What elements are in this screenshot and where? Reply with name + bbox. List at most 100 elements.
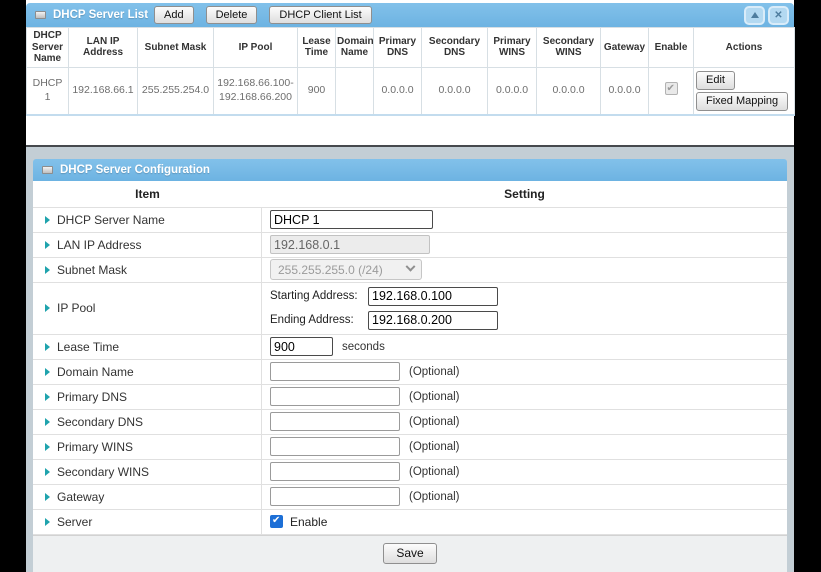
row-label: Lease Time (57, 340, 119, 354)
ending-address-input[interactable] (368, 311, 498, 330)
cell-secondary-wins: 0.0.0.0 (537, 67, 601, 115)
dhcp-client-list-button[interactable]: DHCP Client List (269, 6, 371, 24)
item-arrow-icon (45, 343, 50, 351)
row-label: IP Pool (57, 301, 95, 315)
save-bar: Save (33, 535, 787, 572)
dhcp-server-configuration-panel: DHCP Server Configuration Item Setting D… (26, 145, 794, 572)
row-label: Domain Name (57, 365, 134, 379)
dhcp-server-list-title: DHCP Server List (53, 9, 148, 21)
row-secondary-wins: Secondary WINS (Optional) (33, 460, 787, 485)
setting-column-header: Setting (262, 187, 787, 201)
cell-actions: Edit Fixed Mapping (694, 67, 795, 115)
close-button[interactable]: ✕ (768, 6, 789, 25)
row-subnet-mask: Subnet Mask 255.255.255.0 (/24) (33, 258, 787, 283)
item-arrow-icon (45, 216, 50, 224)
row-ip-pool: IP Pool Starting Address: Ending Address… (33, 283, 787, 335)
item-arrow-icon (45, 443, 50, 451)
subnet-mask-value: 255.255.255.0 (/24) (278, 263, 383, 277)
dhcp-server-list-table: DHCP Server Name LAN IP Address Subnet M… (26, 27, 795, 116)
item-arrow-icon (45, 368, 50, 376)
item-arrow-icon (45, 393, 50, 401)
enable-checkbox-disabled (665, 82, 678, 95)
row-domain-name: Domain Name (Optional) (33, 360, 787, 385)
edit-button[interactable]: Edit (696, 71, 735, 90)
item-arrow-icon (45, 493, 50, 501)
collapse-button[interactable] (744, 6, 765, 25)
row-label: Server (57, 515, 92, 529)
window-controls: ✕ (744, 6, 789, 25)
dhcp-server-configuration-title: DHCP Server Configuration (60, 164, 210, 176)
primary-wins-input[interactable] (270, 437, 400, 456)
lease-time-input[interactable] (270, 337, 333, 356)
optional-label: (Optional) (409, 416, 460, 428)
chevron-down-icon (406, 262, 416, 272)
row-label: Secondary DNS (57, 415, 143, 429)
optional-label: (Optional) (409, 366, 460, 378)
row-label: Secondary WINS (57, 465, 149, 479)
optional-label: (Optional) (409, 441, 460, 453)
panel-icon (35, 11, 46, 19)
col-primary-wins: Primary WINS (488, 28, 537, 68)
row-lan-ip-address: LAN IP Address (33, 233, 787, 258)
item-arrow-icon (45, 266, 50, 274)
cell-ip-pool: 192.168.66.100-192.168.66.200 (214, 67, 298, 115)
server-enable-checkbox[interactable] (270, 515, 283, 528)
col-lan-ip-address: LAN IP Address (69, 28, 138, 68)
row-secondary-dns: Secondary DNS (Optional) (33, 410, 787, 435)
item-arrow-icon (45, 418, 50, 426)
col-ip-pool: IP Pool (214, 28, 298, 68)
item-arrow-icon (45, 304, 50, 312)
panel-icon (42, 166, 53, 174)
row-primary-wins: Primary WINS (Optional) (33, 435, 787, 460)
section-gap (26, 116, 794, 145)
cell-primary-wins: 0.0.0.0 (488, 67, 537, 115)
col-subnet-mask: Subnet Mask (138, 28, 214, 68)
delete-button[interactable]: Delete (206, 6, 258, 24)
row-label: Gateway (57, 490, 104, 504)
col-domain-name: Domain Name (336, 28, 374, 68)
cell-secondary-dns: 0.0.0.0 (422, 67, 488, 115)
gateway-input[interactable] (270, 487, 400, 506)
dhcp-server-list-header: DHCP Server List Add Delete DHCP Client … (26, 3, 794, 27)
col-secondary-dns: Secondary DNS (422, 28, 488, 68)
table-header-row: DHCP Server Name LAN IP Address Subnet M… (27, 28, 795, 68)
fixed-mapping-button[interactable]: Fixed Mapping (696, 92, 788, 111)
content-area: DHCP Server List Add Delete DHCP Client … (26, 0, 794, 567)
item-column-header: Item (33, 187, 262, 201)
optional-label: (Optional) (409, 391, 460, 403)
optional-label: (Optional) (409, 466, 460, 478)
save-button[interactable]: Save (383, 543, 436, 564)
col-primary-dns: Primary DNS (374, 28, 422, 68)
server-enable-label: Enable (290, 515, 327, 529)
add-button[interactable]: Add (154, 6, 194, 24)
item-arrow-icon (45, 468, 50, 476)
item-arrow-icon (45, 241, 50, 249)
col-dhcp-server-name: DHCP Server Name (27, 28, 69, 68)
cell-domain-name (336, 67, 374, 115)
configuration-table-header: Item Setting (33, 181, 787, 208)
dhcp-server-name-input[interactable] (270, 210, 433, 229)
lan-ip-address-input (270, 235, 430, 254)
cell-enable (649, 67, 694, 115)
domain-name-input[interactable] (270, 362, 400, 381)
cell-server-name: DHCP 1 (27, 67, 69, 115)
cell-gateway: 0.0.0.0 (601, 67, 649, 115)
secondary-wins-input[interactable] (270, 462, 400, 481)
col-enable: Enable (649, 28, 694, 68)
row-server: Server Enable (33, 510, 787, 535)
col-gateway: Gateway (601, 28, 649, 68)
seconds-label: seconds (342, 341, 385, 353)
secondary-dns-input[interactable] (270, 412, 400, 431)
cell-lease-time: 900 (298, 67, 336, 115)
starting-address-input[interactable] (368, 287, 498, 306)
row-dhcp-server-name: DHCP Server Name (33, 208, 787, 233)
row-label: Subnet Mask (57, 263, 127, 277)
col-secondary-wins: Secondary WINS (537, 28, 601, 68)
cell-lan-ip: 192.168.66.1 (69, 67, 138, 115)
optional-label: (Optional) (409, 491, 460, 503)
ending-address-label: Ending Address: (270, 314, 368, 326)
primary-dns-input[interactable] (270, 387, 400, 406)
row-lease-time: Lease Time seconds (33, 335, 787, 360)
table-row: DHCP 1 192.168.66.1 255.255.254.0 192.16… (27, 67, 795, 115)
item-arrow-icon (45, 518, 50, 526)
